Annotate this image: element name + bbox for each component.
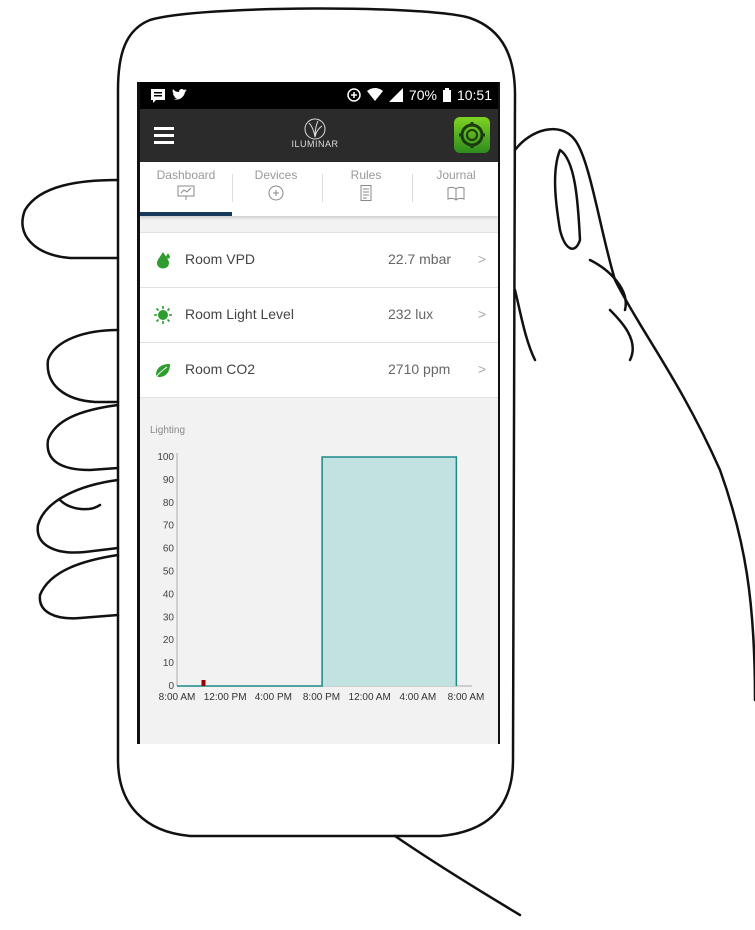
reading-value: 2710 ppm <box>388 361 451 377</box>
tab-label: Rules <box>350 168 382 182</box>
tab-devices[interactable]: Devices <box>232 162 320 216</box>
x-tick-label: 8:00 AM <box>448 692 485 703</box>
x-tick-label: 8:00 PM <box>303 692 340 703</box>
x-tick-label: 4:00 AM <box>399 692 436 703</box>
y-tick-label: 40 <box>163 589 175 600</box>
phone-screen: 70% 10:51 ILUMINAR Dashboard Devices Rul… <box>137 82 500 744</box>
message-icon <box>151 89 165 103</box>
y-tick-label: 50 <box>163 567 175 578</box>
active-tab-indicator <box>140 212 232 216</box>
lighting-chart: Lighting 0 10 20 30 40 50 60 70 80 90 100 8:00 AM 12:… <box>150 425 485 703</box>
data-saver-icon <box>347 88 361 102</box>
tab-journal[interactable]: Journal <box>412 162 498 216</box>
tab-label: Dashboard <box>156 168 216 182</box>
lighting-area <box>177 457 457 686</box>
x-tick-label: 12:00 PM <box>204 692 247 703</box>
battery-percent: 70% <box>408 87 437 103</box>
tab-label: Journal <box>436 168 476 182</box>
reading-row-co2[interactable]: Room CO2 2710 ppm > <box>140 343 498 398</box>
reading-label: Room Light Level <box>185 306 294 322</box>
tab-bar: Dashboard Devices Rules Journal <box>140 162 498 216</box>
tab-rules[interactable]: Rules <box>322 162 410 216</box>
y-tick-label: 0 <box>168 681 174 692</box>
y-tick-label: 20 <box>163 635 175 646</box>
leaf-icon <box>155 364 170 378</box>
droplet-icon <box>157 252 170 269</box>
gear-icon <box>459 122 485 148</box>
presentation-icon <box>177 185 195 200</box>
chevron-right-icon: > <box>477 306 486 322</box>
reading-value: 232 lux <box>388 306 434 322</box>
chevron-right-icon: > <box>477 251 486 267</box>
y-tick-label: 70 <box>163 521 175 532</box>
logo-text: ILUMINAR <box>291 139 339 149</box>
tab-dashboard[interactable]: Dashboard <box>142 162 230 216</box>
status-bar: 70% 10:51 <box>140 82 498 109</box>
chart-title: Lighting <box>150 425 185 436</box>
reading-row-light[interactable]: Room Light Level 232 lux > <box>140 288 498 343</box>
y-tick-label: 10 <box>163 658 175 669</box>
twitter-icon <box>172 88 187 100</box>
logo-mark-icon <box>304 118 326 140</box>
hamburger-menu-icon[interactable] <box>154 127 174 144</box>
clock: 10:51 <box>456 87 492 103</box>
readings-list: Room VPD 22.7 mbar > Room Light Level 23… <box>140 232 498 398</box>
event-marker <box>201 680 206 686</box>
lighting-chart-panel: Lighting 0 10 20 30 40 50 60 70 80 90 100 8:00 AM 12:… <box>140 399 498 744</box>
sun-icon <box>154 306 172 324</box>
y-tick-label: 90 <box>163 475 175 486</box>
x-tick-label: 4:00 PM <box>255 692 292 703</box>
reading-label: Room CO2 <box>185 361 256 377</box>
app-bar: ILUMINAR <box>140 109 498 162</box>
signal-icon <box>388 88 403 102</box>
y-tick-label: 80 <box>163 498 175 509</box>
chevron-right-icon: > <box>477 361 486 377</box>
y-tick-label: 100 <box>157 452 174 463</box>
reading-value: 22.7 mbar <box>388 251 452 267</box>
reading-row-vpd[interactable]: Room VPD 22.7 mbar > <box>140 232 498 288</box>
x-tick-label: 12:00 AM <box>349 692 391 703</box>
device-icon <box>268 185 284 201</box>
battery-icon <box>442 88 451 102</box>
settings-button[interactable] <box>454 117 490 153</box>
y-tick-label: 30 <box>163 612 175 623</box>
reading-label: Room VPD <box>185 251 256 267</box>
x-tick-label: 8:00 AM <box>159 692 196 703</box>
book-icon <box>447 186 465 201</box>
app-logo: ILUMINAR <box>285 117 345 157</box>
y-tick-label: 60 <box>163 544 175 555</box>
tab-label: Devices <box>254 168 298 182</box>
wifi-icon <box>366 88 383 101</box>
document-icon <box>360 185 372 201</box>
